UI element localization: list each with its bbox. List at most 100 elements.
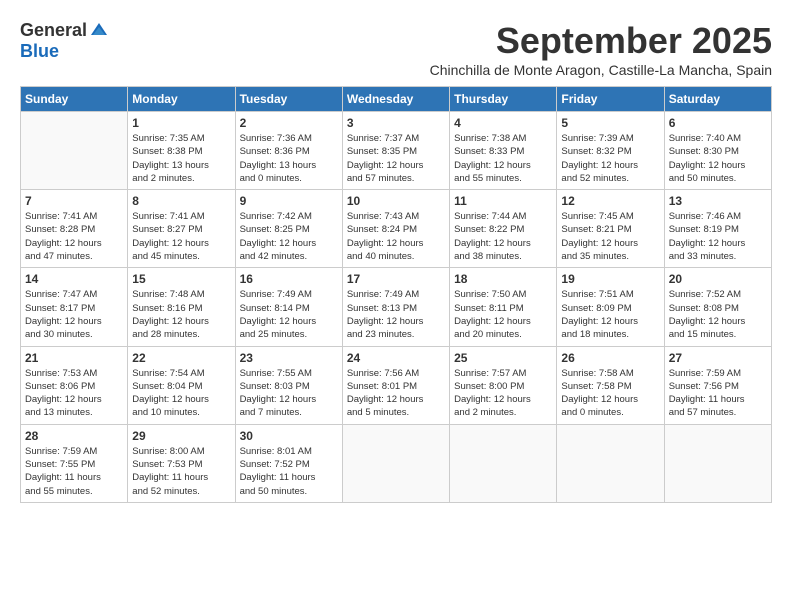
day-info: Sunrise: 7:48 AM Sunset: 8:16 PM Dayligh… — [132, 288, 230, 341]
day-info: Sunrise: 7:47 AM Sunset: 8:17 PM Dayligh… — [25, 288, 123, 341]
day-number: 24 — [347, 351, 445, 365]
calendar-cell: 30 Sunrise: 8:01 AM Sunset: 7:52 PM Dayli… — [235, 424, 342, 502]
calendar-cell: 15 Sunrise: 7:48 AM Sunset: 8:16 PM Dayli… — [128, 268, 235, 346]
title-section: September 2025 Chinchilla de Monte Arago… — [430, 20, 772, 78]
day-info: Sunrise: 7:59 AM Sunset: 7:55 PM Dayligh… — [25, 445, 123, 498]
location-title: Chinchilla de Monte Aragon, Castille-La … — [430, 62, 772, 78]
day-number: 15 — [132, 272, 230, 286]
day-info: Sunrise: 7:54 AM Sunset: 8:04 PM Dayligh… — [132, 367, 230, 420]
day-number: 17 — [347, 272, 445, 286]
page-header: General Blue September 2025 Chinchilla d… — [20, 20, 772, 78]
day-info: Sunrise: 7:52 AM Sunset: 8:08 PM Dayligh… — [669, 288, 767, 341]
day-number: 9 — [240, 194, 338, 208]
calendar-cell: 7 Sunrise: 7:41 AM Sunset: 8:28 PM Daylig… — [21, 190, 128, 268]
day-header-monday: Monday — [128, 87, 235, 112]
day-number: 6 — [669, 116, 767, 130]
calendar-cell: 10 Sunrise: 7:43 AM Sunset: 8:24 PM Dayli… — [342, 190, 449, 268]
logo-general: General — [20, 20, 87, 41]
calendar-cell: 18 Sunrise: 7:50 AM Sunset: 8:11 PM Dayli… — [450, 268, 557, 346]
calendar-header-row: SundayMondayTuesdayWednesdayThursdayFrid… — [21, 87, 772, 112]
day-info: Sunrise: 7:39 AM Sunset: 8:32 PM Dayligh… — [561, 132, 659, 185]
calendar-cell: 8 Sunrise: 7:41 AM Sunset: 8:27 PM Daylig… — [128, 190, 235, 268]
day-number: 11 — [454, 194, 552, 208]
day-number: 22 — [132, 351, 230, 365]
calendar-week-row: 1 Sunrise: 7:35 AM Sunset: 8:38 PM Daylig… — [21, 112, 772, 190]
day-number: 8 — [132, 194, 230, 208]
calendar-cell: 29 Sunrise: 8:00 AM Sunset: 7:53 PM Dayli… — [128, 424, 235, 502]
day-info: Sunrise: 7:49 AM Sunset: 8:13 PM Dayligh… — [347, 288, 445, 341]
calendar-cell: 28 Sunrise: 7:59 AM Sunset: 7:55 PM Dayli… — [21, 424, 128, 502]
day-number: 18 — [454, 272, 552, 286]
calendar-cell: 3 Sunrise: 7:37 AM Sunset: 8:35 PM Daylig… — [342, 112, 449, 190]
day-header-saturday: Saturday — [664, 87, 771, 112]
day-header-thursday: Thursday — [450, 87, 557, 112]
day-number: 27 — [669, 351, 767, 365]
day-info: Sunrise: 7:43 AM Sunset: 8:24 PM Dayligh… — [347, 210, 445, 263]
calendar-cell — [21, 112, 128, 190]
calendar-week-row: 28 Sunrise: 7:59 AM Sunset: 7:55 PM Dayli… — [21, 424, 772, 502]
day-info: Sunrise: 7:35 AM Sunset: 8:38 PM Dayligh… — [132, 132, 230, 185]
calendar-cell: 4 Sunrise: 7:38 AM Sunset: 8:33 PM Daylig… — [450, 112, 557, 190]
day-number: 21 — [25, 351, 123, 365]
day-info: Sunrise: 7:37 AM Sunset: 8:35 PM Dayligh… — [347, 132, 445, 185]
calendar-cell: 6Sunrise: 7:40 AM Sunset: 8:30 PM Daylig… — [664, 112, 771, 190]
calendar-cell: 2 Sunrise: 7:36 AM Sunset: 8:36 PM Daylig… — [235, 112, 342, 190]
calendar: SundayMondayTuesdayWednesdayThursdayFrid… — [20, 86, 772, 503]
day-number: 4 — [454, 116, 552, 130]
day-info: Sunrise: 7:42 AM Sunset: 8:25 PM Dayligh… — [240, 210, 338, 263]
day-number: 25 — [454, 351, 552, 365]
day-number: 20 — [669, 272, 767, 286]
day-info: Sunrise: 7:51 AM Sunset: 8:09 PM Dayligh… — [561, 288, 659, 341]
day-info: Sunrise: 7:50 AM Sunset: 8:11 PM Dayligh… — [454, 288, 552, 341]
day-number: 26 — [561, 351, 659, 365]
day-info: Sunrise: 7:41 AM Sunset: 8:28 PM Dayligh… — [25, 210, 123, 263]
calendar-cell: 20 Sunrise: 7:52 AM Sunset: 8:08 PM Dayli… — [664, 268, 771, 346]
day-info: Sunrise: 7:55 AM Sunset: 8:03 PM Dayligh… — [240, 367, 338, 420]
calendar-cell: 14Sunrise: 7:47 AM Sunset: 8:17 PM Dayli… — [21, 268, 128, 346]
calendar-week-row: 7 Sunrise: 7:41 AM Sunset: 8:28 PM Daylig… — [21, 190, 772, 268]
logo-blue: Blue — [20, 41, 59, 62]
day-number: 2 — [240, 116, 338, 130]
month-title: September 2025 — [430, 20, 772, 62]
day-number: 3 — [347, 116, 445, 130]
day-number: 1 — [132, 116, 230, 130]
logo: General Blue — [20, 20, 109, 62]
calendar-cell: 5Sunrise: 7:39 AM Sunset: 8:32 PM Daylig… — [557, 112, 664, 190]
day-info: Sunrise: 8:01 AM Sunset: 7:52 PM Dayligh… — [240, 445, 338, 498]
day-number: 30 — [240, 429, 338, 443]
day-info: Sunrise: 7:36 AM Sunset: 8:36 PM Dayligh… — [240, 132, 338, 185]
day-number: 10 — [347, 194, 445, 208]
calendar-week-row: 14Sunrise: 7:47 AM Sunset: 8:17 PM Dayli… — [21, 268, 772, 346]
day-header-wednesday: Wednesday — [342, 87, 449, 112]
calendar-cell: 16Sunrise: 7:49 AM Sunset: 8:14 PM Dayli… — [235, 268, 342, 346]
calendar-week-row: 21Sunrise: 7:53 AM Sunset: 8:06 PM Dayli… — [21, 346, 772, 424]
day-info: Sunrise: 7:57 AM Sunset: 8:00 PM Dayligh… — [454, 367, 552, 420]
calendar-cell — [342, 424, 449, 502]
day-header-tuesday: Tuesday — [235, 87, 342, 112]
day-header-friday: Friday — [557, 87, 664, 112]
calendar-cell: 21Sunrise: 7:53 AM Sunset: 8:06 PM Dayli… — [21, 346, 128, 424]
day-number: 19 — [561, 272, 659, 286]
calendar-cell: 24 Sunrise: 7:56 AM Sunset: 8:01 PM Dayli… — [342, 346, 449, 424]
day-info: Sunrise: 8:00 AM Sunset: 7:53 PM Dayligh… — [132, 445, 230, 498]
day-info: Sunrise: 7:59 AM Sunset: 7:56 PM Dayligh… — [669, 367, 767, 420]
calendar-cell: 19 Sunrise: 7:51 AM Sunset: 8:09 PM Dayli… — [557, 268, 664, 346]
logo-icon — [89, 21, 109, 41]
day-info: Sunrise: 7:56 AM Sunset: 8:01 PM Dayligh… — [347, 367, 445, 420]
day-info: Sunrise: 7:58 AM Sunset: 7:58 PM Dayligh… — [561, 367, 659, 420]
calendar-cell: 12Sunrise: 7:45 AM Sunset: 8:21 PM Dayli… — [557, 190, 664, 268]
day-info: Sunrise: 7:49 AM Sunset: 8:14 PM Dayligh… — [240, 288, 338, 341]
day-number: 28 — [25, 429, 123, 443]
calendar-cell: 26 Sunrise: 7:58 AM Sunset: 7:58 PM Dayli… — [557, 346, 664, 424]
day-number: 29 — [132, 429, 230, 443]
calendar-cell — [450, 424, 557, 502]
calendar-cell: 1 Sunrise: 7:35 AM Sunset: 8:38 PM Daylig… — [128, 112, 235, 190]
calendar-cell: 23 Sunrise: 7:55 AM Sunset: 8:03 PM Dayli… — [235, 346, 342, 424]
day-number: 7 — [25, 194, 123, 208]
day-number: 23 — [240, 351, 338, 365]
calendar-cell — [664, 424, 771, 502]
calendar-cell: 25 Sunrise: 7:57 AM Sunset: 8:00 PM Dayli… — [450, 346, 557, 424]
day-info: Sunrise: 7:41 AM Sunset: 8:27 PM Dayligh… — [132, 210, 230, 263]
day-info: Sunrise: 7:38 AM Sunset: 8:33 PM Dayligh… — [454, 132, 552, 185]
day-header-sunday: Sunday — [21, 87, 128, 112]
